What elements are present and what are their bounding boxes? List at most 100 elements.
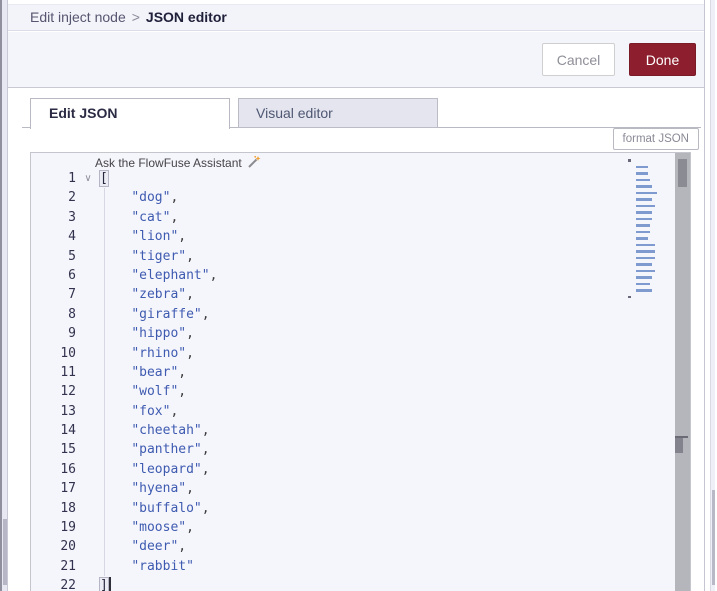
gutter-space <box>76 537 100 556</box>
breadcrumb: Edit inject node > JSON editor <box>8 4 704 31</box>
json-code-editor[interactable]: Ask the FlowFuse Assistant 1 ∨[2 "dog", 3 … <box>30 152 691 591</box>
line-number[interactable]: 16 <box>31 460 76 479</box>
page-left-scrollbar-thumb[interactable] <box>3 519 7 585</box>
code-line[interactable]: 2 "dog", <box>31 188 674 207</box>
tab-visual-editor[interactable]: Visual editor <box>238 98 438 128</box>
code-line[interactable]: 13 "fox", <box>31 402 674 421</box>
code-line[interactable]: 4 "lion", <box>31 227 674 246</box>
dialog-content: Edit JSON Visual editor format JSON Ask … <box>8 89 704 591</box>
line-number[interactable]: 14 <box>31 421 76 440</box>
line-number[interactable]: 12 <box>31 382 76 401</box>
line-number[interactable]: 19 <box>31 518 76 537</box>
code-text: "dog", <box>131 190 179 206</box>
line-number[interactable]: 18 <box>31 499 76 518</box>
code-line[interactable]: 11 "bear", <box>31 363 674 382</box>
code-line[interactable]: 3 "cat", <box>31 208 674 227</box>
code-text: "panther", <box>131 442 210 458</box>
tab-edit-json[interactable]: Edit JSON <box>30 98 230 129</box>
code-text: "wolf", <box>131 384 187 400</box>
code-line[interactable]: 9 "hippo", <box>31 324 674 343</box>
code-line[interactable]: 20 "deer", <box>31 537 674 556</box>
code-line[interactable]: 10 "rhino", <box>31 344 674 363</box>
gutter-space <box>76 363 100 382</box>
gutter-space <box>76 208 100 227</box>
assistant-hint[interactable]: Ask the FlowFuse Assistant <box>95 155 262 170</box>
line-number[interactable]: 5 <box>31 247 76 266</box>
code-text: "deer", <box>131 539 187 555</box>
line-number[interactable]: 13 <box>31 402 76 421</box>
editor-scrollbar[interactable] <box>675 153 690 591</box>
gutter-space <box>76 460 100 479</box>
code-line[interactable]: 21 "rabbit" <box>31 557 674 576</box>
code-text: "cat", <box>131 209 179 225</box>
code-line[interactable]: 6 "elephant", <box>31 266 674 285</box>
code-text: "elephant", <box>131 267 218 283</box>
dialog-button-bar: Cancel Done <box>8 32 704 88</box>
tab-visual-editor-label: Visual editor <box>256 105 333 121</box>
breadcrumb-parent[interactable]: Edit inject node <box>30 9 126 25</box>
cancel-button[interactable]: Cancel <box>542 43 615 76</box>
line-number[interactable]: 11 <box>31 363 76 382</box>
code-line[interactable]: 15 "panther", <box>31 440 674 459</box>
code-text: "hyena", <box>131 481 194 497</box>
code-text: "rabbit" <box>131 558 194 574</box>
code-line[interactable]: 14 "cheetah", <box>31 421 674 440</box>
code-line[interactable]: 5 "tiger", <box>31 247 674 266</box>
line-number[interactable]: 3 <box>31 208 76 227</box>
format-json-button[interactable]: format JSON <box>612 128 699 150</box>
line-number[interactable]: 17 <box>31 479 76 498</box>
code-text: "fox", <box>131 403 179 419</box>
editor-scrollbar-thumb[interactable] <box>678 159 687 187</box>
done-button[interactable]: Done <box>629 43 696 76</box>
code-line[interactable]: 19 "moose", <box>31 518 674 537</box>
indent-guide <box>104 188 105 576</box>
tab-edit-json-label: Edit JSON <box>49 105 118 121</box>
gutter-space <box>76 227 100 246</box>
gutter-space <box>76 305 100 324</box>
line-number[interactable]: 9 <box>31 324 76 343</box>
line-number[interactable]: 8 <box>31 305 76 324</box>
gutter-space <box>76 576 100 591</box>
page-right-scrollbar-thumb[interactable] <box>712 490 715 585</box>
line-number[interactable]: 15 <box>31 440 76 459</box>
editor-tabs: Edit JSON Visual editor <box>22 98 701 129</box>
gutter-space <box>76 402 100 421</box>
minimap-line <box>628 294 672 301</box>
line-number[interactable]: 22 <box>31 576 76 591</box>
code-text: "zebra", <box>131 287 194 303</box>
gutter-space <box>76 421 100 440</box>
code-text: "rhino", <box>131 345 194 361</box>
line-number[interactable]: 6 <box>31 266 76 285</box>
line-number[interactable]: 21 <box>31 557 76 576</box>
code-line[interactable]: 22] <box>31 576 674 591</box>
code-line[interactable]: 8 "giraffe", <box>31 305 674 324</box>
chevron-down-icon[interactable]: ∨ <box>76 169 100 188</box>
json-editor-dialog: Edit inject node > JSON editor Cancel Done… <box>8 0 705 591</box>
overview-ruler-cursor-marker <box>675 438 683 453</box>
code-line[interactable]: 18 "buffalo", <box>31 499 674 518</box>
gutter-space <box>76 499 100 518</box>
line-number[interactable]: 4 <box>31 227 76 246</box>
code-line[interactable]: 16 "leopard", <box>31 460 674 479</box>
line-number[interactable]: 7 <box>31 285 76 304</box>
code-line[interactable]: 7 "zebra", <box>31 285 674 304</box>
code-line[interactable]: 12 "wolf", <box>31 382 674 401</box>
gutter-space <box>76 518 100 537</box>
gutter-space <box>76 285 100 304</box>
page-left-scrollbar[interactable] <box>0 0 8 591</box>
page-right-scrollbar[interactable] <box>710 0 715 591</box>
line-number[interactable]: 20 <box>31 537 76 556</box>
code-line[interactable]: 17 "hyena", <box>31 479 674 498</box>
gutter-space <box>76 266 100 285</box>
line-number[interactable]: 1 <box>31 169 76 188</box>
code-text: "hippo", <box>131 326 194 342</box>
code-text: "tiger", <box>131 248 194 264</box>
line-number[interactable]: 2 <box>31 188 76 207</box>
code-text: "moose", <box>131 520 194 536</box>
breadcrumb-separator: > <box>131 9 140 25</box>
minimap[interactable] <box>628 157 672 300</box>
screen: Edit inject node > JSON editor Cancel Done… <box>0 0 717 591</box>
code-text: "cheetah", <box>131 423 210 439</box>
line-number[interactable]: 10 <box>31 344 76 363</box>
code-line[interactable]: 1 ∨[ <box>31 169 674 188</box>
